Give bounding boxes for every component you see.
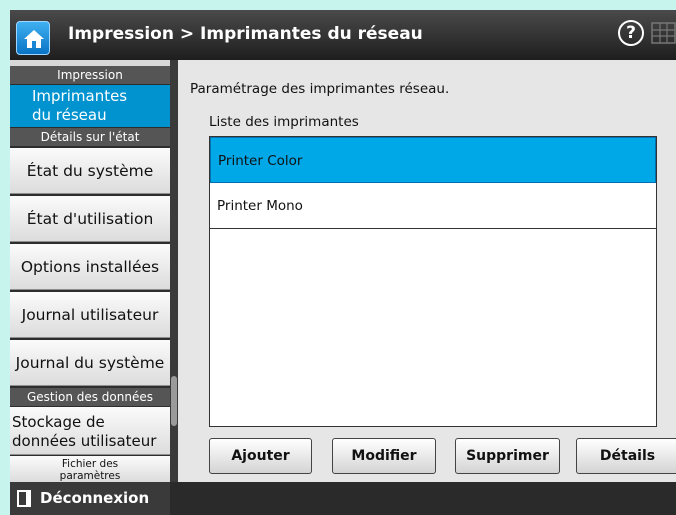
logout-label: Déconnexion xyxy=(40,489,150,507)
printer-list[interactable]: Printer Color Printer Mono xyxy=(209,136,657,427)
sidebar-item-label: données utilisateur xyxy=(12,432,157,450)
sidebar-item-label: Stockage de xyxy=(12,413,105,431)
home-button[interactable] xyxy=(16,21,50,55)
page-title: Impression > Imprimantes du réseau xyxy=(68,24,423,44)
sidebar-section-gestion-donnees: Gestion des données xyxy=(10,388,170,406)
sidebar-item-imprimantes-du-reseau[interactable]: Imprimantes du réseau xyxy=(10,85,170,127)
header-bar: Impression > Imprimantes du réseau ? xyxy=(10,10,676,60)
modify-button[interactable]: Modifier xyxy=(332,438,436,474)
home-icon xyxy=(24,30,44,48)
app-window: Impression > Imprimantes du réseau ? Imp… xyxy=(10,10,676,515)
sidebar-scrollbar-thumb[interactable] xyxy=(171,376,177,426)
logout-icon xyxy=(17,490,31,507)
sidebar-section-details: Détails sur l'état xyxy=(10,128,170,146)
sidebar-item-etat-utilisation[interactable]: État d'utilisation xyxy=(10,196,170,242)
details-button[interactable]: Détails xyxy=(576,438,676,474)
sidebar-section-impression: Impression xyxy=(10,66,170,84)
sidebar-item-fichier-parametres[interactable]: Fichier des paramètres xyxy=(10,456,170,482)
sidebar-item-journal-systeme[interactable]: Journal du système xyxy=(10,340,170,386)
main-panel: Paramétrage des imprimantes réseau. List… xyxy=(178,60,676,482)
logout-button[interactable]: Déconnexion xyxy=(10,482,170,515)
help-icon[interactable]: ? xyxy=(618,20,644,46)
sidebar-item-journal-utilisateur[interactable]: Journal utilisateur xyxy=(10,292,170,338)
delete-button[interactable]: Supprimer xyxy=(455,438,560,474)
sidebar-item-label: Fichier des xyxy=(61,458,119,470)
add-button[interactable]: Ajouter xyxy=(209,438,312,474)
grid-icon[interactable] xyxy=(651,22,676,44)
printer-list-item[interactable]: Printer Mono xyxy=(210,183,656,229)
sidebar-item-label: du réseau xyxy=(32,106,107,124)
sidebar-item-etat-systeme[interactable]: État du système xyxy=(10,148,170,194)
sidebar-item-options-installees[interactable]: Options installées xyxy=(10,244,170,290)
printer-list-label: Liste des imprimantes xyxy=(209,114,359,130)
sidebar-item-label: paramètres xyxy=(59,470,121,482)
sidebar-item-label: Imprimantes xyxy=(32,87,128,105)
sidebar-item-stockage-donnees[interactable]: Stockage de données utilisateur xyxy=(10,407,170,455)
sidebar: Impression Imprimantes du réseau Détails… xyxy=(10,60,170,482)
printer-list-item-selected[interactable]: Printer Color xyxy=(210,137,656,183)
page-description: Paramétrage des imprimantes réseau. xyxy=(190,81,450,97)
